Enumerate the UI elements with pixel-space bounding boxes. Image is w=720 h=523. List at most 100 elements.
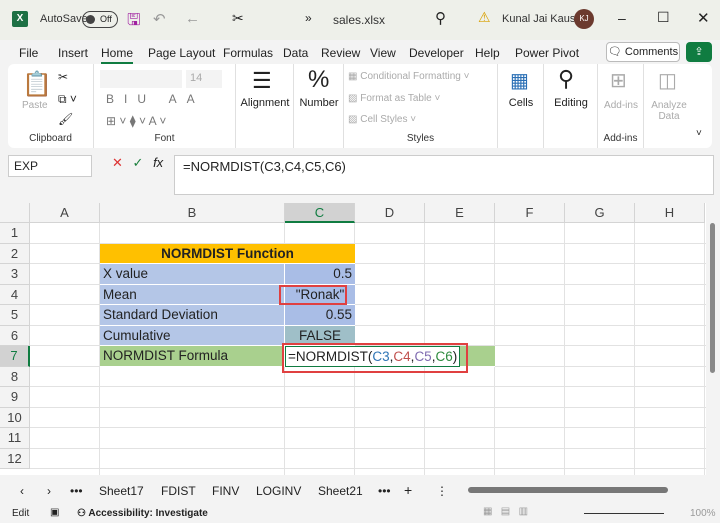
row-header-7[interactable]: 7 [0, 346, 30, 367]
format-painter-icon[interactable]: 🖌 [58, 112, 73, 126]
enter-icon[interactable]: ✓ [133, 155, 144, 170]
column-header-b[interactable]: B [100, 203, 285, 223]
sheet-tab[interactable]: FDIST [161, 484, 196, 498]
addins-button[interactable]: Add-ins [598, 100, 644, 111]
font-name-select[interactable] [100, 70, 182, 88]
number-group[interactable]: % Number [294, 64, 344, 148]
alignment-group[interactable]: ☰ Alignment [236, 64, 294, 148]
tab-data[interactable]: Data [283, 46, 308, 60]
comments-button[interactable]: 🗨 Comments [606, 42, 680, 62]
number-button[interactable]: Number [294, 97, 344, 109]
row-header-2[interactable]: 2 [0, 243, 30, 264]
row-header-8[interactable]: 8 [0, 366, 30, 387]
label-cell[interactable]: Mean [100, 284, 285, 305]
spreadsheet-grid[interactable]: A B C D E F G H 1 2 3 4 5 6 7 8 9 10 11 12 NORMDIST Function… [0, 203, 706, 475]
search-icon[interactable]: ⚲ [435, 9, 446, 27]
options-icon[interactable]: ⋮ [436, 484, 448, 498]
tab-developer[interactable]: Developer [409, 46, 464, 60]
filename[interactable]: sales.xlsx [333, 13, 385, 27]
more-sheets-icon[interactable]: ••• [378, 484, 391, 498]
value-cell[interactable]: 0.5 [285, 264, 355, 285]
column-header-d[interactable]: D [355, 203, 425, 223]
prev-sheet-icon[interactable]: ‹ [20, 484, 24, 498]
collapse-ribbon-icon[interactable]: ˅ [696, 128, 702, 139]
column-header-e[interactable]: E [425, 203, 495, 223]
tab-insert[interactable]: Insert [58, 46, 88, 60]
view-buttons[interactable]: ▦ ▤ ▥ [483, 506, 528, 517]
cut-icon[interactable]: ✂ [58, 70, 68, 84]
row-header-1[interactable]: 1 [0, 223, 30, 244]
horizontal-scrollbar[interactable] [458, 485, 708, 495]
tab-review[interactable]: Review [321, 46, 360, 60]
tab-file[interactable]: File [19, 46, 38, 60]
add-sheet-icon[interactable]: + [404, 482, 412, 498]
tab-home[interactable]: Home [101, 46, 134, 64]
editing-group[interactable]: ⚲ Editing [544, 64, 598, 148]
sheet-tab[interactable]: Sheet17 [99, 484, 144, 498]
row-header-4[interactable]: 4 [0, 284, 30, 305]
label-cell[interactable]: Cumulative [100, 325, 285, 346]
bold-italic-underline-icons[interactable]: BIU AA [106, 92, 205, 106]
label-cell[interactable]: X value [100, 264, 285, 285]
paste-icon[interactable]: 📋 [22, 70, 52, 99]
next-sheet-icon[interactable]: › [47, 484, 51, 498]
tab-help[interactable]: Help [475, 46, 500, 60]
label-cell[interactable]: NORMDIST Formula [100, 346, 285, 367]
row-header-12[interactable]: 12 [0, 448, 30, 469]
share-button[interactable]: ⇪ [686, 42, 712, 62]
cancel-icon[interactable]: ✕ [112, 155, 123, 170]
column-header-g[interactable]: G [565, 203, 635, 223]
sheet-tab[interactable]: LOGINV [256, 484, 301, 498]
tab-power-pivot[interactable]: Power Pivot [515, 46, 579, 60]
column-header-f[interactable]: F [495, 203, 565, 223]
paste-button[interactable]: Paste [22, 100, 48, 111]
column-header-a[interactable]: A [30, 203, 100, 223]
column-header-c[interactable]: C [285, 203, 355, 223]
tab-page-layout[interactable]: Page Layout [148, 46, 215, 60]
maximize-icon[interactable]: ☐ [657, 9, 670, 26]
tab-view[interactable]: View [370, 46, 396, 60]
format-as-table-button[interactable]: ▨ Format as Table ˅ [348, 93, 440, 104]
column-header-h[interactable]: H [635, 203, 705, 223]
accessibility-button[interactable]: ⚇ Accessibility: Investigate [77, 508, 208, 519]
avatar[interactable]: KJ [574, 9, 594, 29]
cell-styles-button[interactable]: ▨ Cell Styles ˅ [348, 114, 416, 125]
row-header-3[interactable]: 3 [0, 264, 30, 285]
autosave-toggle[interactable]: Off [82, 11, 118, 28]
formula-input[interactable]: =NORMDIST(C3,C4,C5,C6) [174, 155, 714, 195]
close-icon[interactable]: ✕ [697, 9, 710, 27]
cells-button[interactable]: Cells [498, 97, 544, 109]
row-header-10[interactable]: 10 [0, 407, 30, 428]
select-all[interactable] [0, 203, 30, 223]
value-cell[interactable]: 0.55 [285, 305, 355, 326]
borders-fill-color-icons[interactable]: ⊞ ˅ ⧫ ˅ A ˅ [106, 114, 166, 128]
zoom-slider[interactable] [584, 513, 664, 514]
row-header-5[interactable]: 5 [0, 305, 30, 326]
conditional-formatting-button[interactable]: ▦ Conditional Formatting ˅ [348, 71, 469, 82]
row-header-11[interactable]: 11 [0, 428, 30, 449]
alignment-button[interactable]: Alignment [236, 97, 294, 109]
analyze-data-button[interactable]: Analyze Data [644, 100, 694, 122]
undo-icon[interactable]: ↶ [153, 10, 166, 28]
insert-function-icon[interactable]: fx [153, 155, 163, 170]
cells-group[interactable]: ▦ Cells [498, 64, 544, 148]
zoom-level[interactable]: 100% [690, 508, 716, 519]
row-header-6[interactable]: 6 [0, 325, 30, 346]
more-sheets-icon[interactable]: ••• [70, 484, 83, 498]
more-commands-icon[interactable]: » [305, 11, 312, 25]
minimize-icon[interactable]: – [618, 10, 626, 26]
tab-formulas[interactable]: Formulas [223, 46, 273, 60]
sheet-tab[interactable]: FINV [212, 484, 239, 498]
font-size-select[interactable]: 14 [186, 70, 222, 88]
vertical-scrollbar[interactable] [706, 203, 720, 478]
name-box[interactable]: EXP [8, 155, 92, 177]
sheet-tab[interactable]: Sheet21 [318, 484, 363, 498]
save-icon[interactable]: 🖫 [127, 9, 141, 36]
macro-icon[interactable]: ▣ [50, 507, 59, 518]
label-cell[interactable]: Standard Deviation [100, 305, 285, 326]
editing-button[interactable]: Editing [544, 97, 598, 109]
row-header-9[interactable]: 9 [0, 387, 30, 408]
back-icon[interactable]: ← [185, 10, 200, 27]
copy-icon[interactable]: ⧉ ˅ [58, 92, 77, 107]
cut-icon[interactable]: ✂ [232, 10, 244, 27]
